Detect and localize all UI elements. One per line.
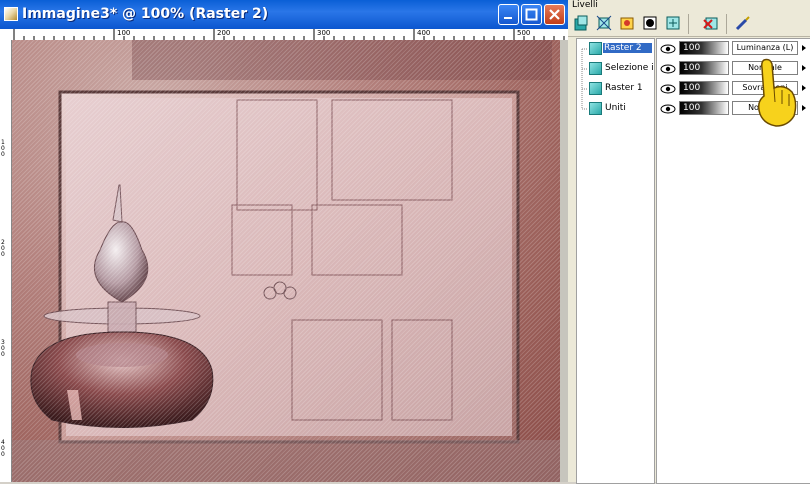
opacity-slider[interactable]: 100 <box>679 101 729 115</box>
artwork <box>12 40 560 482</box>
expand-arrow-icon[interactable] <box>799 101 809 115</box>
title-bar[interactable]: Immagine3* @ 100% (Raster 2) <box>0 0 568 29</box>
opacity-slider[interactable]: 100 <box>679 81 729 95</box>
ruler-v-label: 300 <box>1 339 5 358</box>
layers-toolbar <box>568 10 810 37</box>
opacity-value: 100 <box>683 63 701 73</box>
layer-row-uniti[interactable]: Uniti <box>577 100 654 118</box>
image-window: Immagine3* @ 100% (Raster 2) 100 200 300… <box>0 0 568 482</box>
paint-tool-icon[interactable] <box>734 14 752 32</box>
opacity-value: 100 <box>683 103 701 113</box>
raster-layer-icon <box>589 82 602 95</box>
blend-mode-select[interactable]: Luminanza (L) <box>732 41 798 55</box>
visibility-eye-icon[interactable] <box>660 64 676 74</box>
minimize-button[interactable] <box>498 4 519 25</box>
image-canvas[interactable] <box>12 40 560 482</box>
raster-layer-icon <box>589 62 602 75</box>
layer-row-raster-2[interactable]: Raster 2 <box>577 40 654 58</box>
ruler-h-label: 100 <box>117 29 131 37</box>
vertical-scrollbar[interactable] <box>560 40 568 482</box>
new-mask-icon[interactable] <box>641 14 659 32</box>
ruler-h-label: 500 <box>517 29 531 37</box>
layer-name: Selezione in <box>605 63 653 73</box>
layer-row-selezione[interactable]: Selezione in <box>577 60 654 78</box>
ruler-h-label: 300 <box>317 29 331 37</box>
expand-arrow-icon[interactable] <box>799 41 809 55</box>
delete-layer-icon[interactable] <box>702 14 720 32</box>
visibility-eye-icon[interactable] <box>660 104 676 114</box>
expand-arrow-icon[interactable] <box>799 81 809 95</box>
ruler-h-label: 200 <box>217 29 231 37</box>
ruler-h-label: 400 <box>417 29 431 37</box>
ruler-v-label: 200 <box>1 239 5 258</box>
close-button[interactable] <box>544 4 565 25</box>
vertical-ruler: 100 200 300 400 <box>0 40 12 482</box>
layer-tree: Raster 2 Selezione in Raster 1 Uniti <box>576 38 655 484</box>
raster-layer-icon <box>589 102 602 115</box>
top-band <box>132 40 552 80</box>
horizontal-ruler-ticks <box>13 29 565 40</box>
layer-name: Raster 2 <box>603 43 652 53</box>
bottom-band <box>12 440 560 482</box>
ruler-v-label: 400 <box>1 439 5 458</box>
opacity-slider[interactable]: 100 <box>679 41 729 55</box>
new-adjustment-layer-icon[interactable] <box>618 14 636 32</box>
image-document-icon <box>4 7 18 21</box>
new-raster-layer-icon[interactable] <box>572 14 590 32</box>
new-vector-layer-icon[interactable] <box>595 14 613 32</box>
toolbar-separator <box>688 14 689 34</box>
opacity-value: 100 <box>683 83 701 93</box>
toolbar-separator <box>726 14 727 34</box>
ruler-v-label: 100 <box>1 139 5 158</box>
maximize-button[interactable] <box>521 4 542 25</box>
visibility-eye-icon[interactable] <box>660 84 676 94</box>
layer-properties-icon[interactable] <box>664 14 682 32</box>
pointing-hand-icon <box>757 58 797 127</box>
visibility-eye-icon[interactable] <box>660 44 676 54</box>
layer-name: Raster 1 <box>605 83 643 93</box>
raster-layer-icon <box>589 42 602 55</box>
opacity-slider[interactable]: 100 <box>679 61 729 75</box>
layer-row-raster-1[interactable]: Raster 1 <box>577 80 654 98</box>
window-title: Immagine3* @ 100% (Raster 2) <box>22 6 269 22</box>
panel-title: Livelli <box>572 0 598 10</box>
layer-name: Uniti <box>605 103 626 113</box>
layer-props-row: 100 Luminanza (L) <box>657 40 810 58</box>
expand-arrow-icon[interactable] <box>799 61 809 75</box>
opacity-value: 100 <box>683 43 701 53</box>
